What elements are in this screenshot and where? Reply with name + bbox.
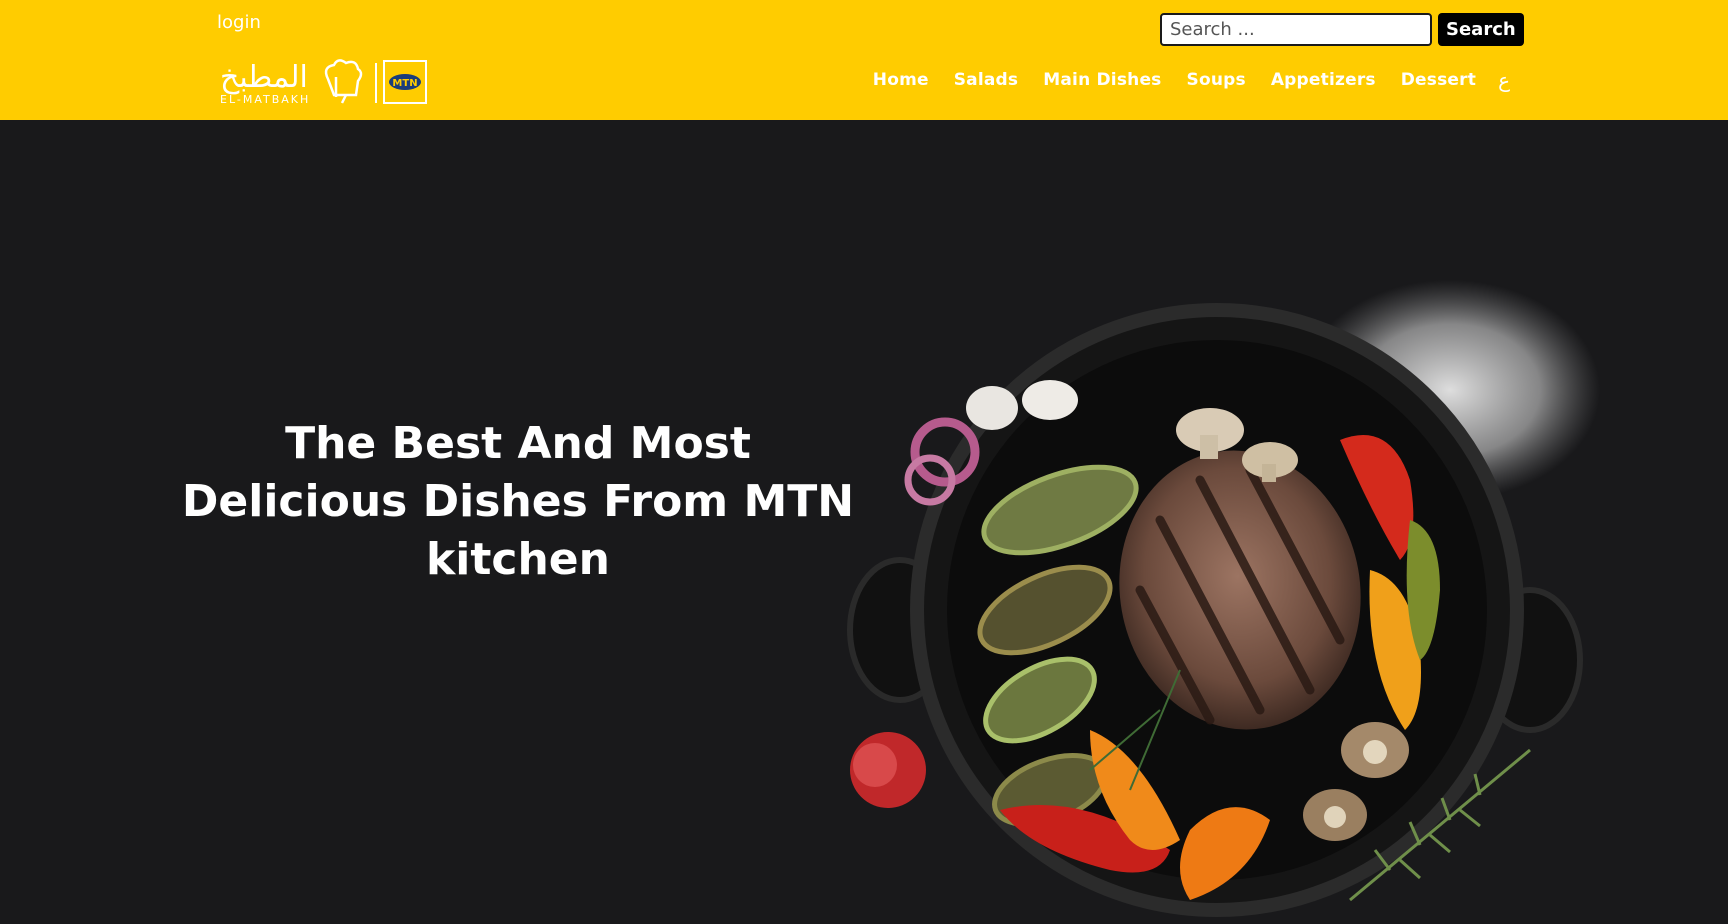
grilled-dish-image [847,280,1600,917]
logo-graphic: المطبخ EL-MATBAKH MTN [220,59,427,106]
search-input[interactable] [1160,13,1432,46]
search-button[interactable]: Search [1438,13,1524,46]
mtn-logo-icon: MTN [383,60,427,104]
mushroom [1341,722,1409,778]
hero-title-line: kitchen [426,534,610,585]
chef-hat-icon [324,59,363,104]
mushroom [1303,789,1367,841]
nav-item-appetizers[interactable]: Appetizers [1271,70,1376,90]
nav-item-home[interactable]: Home [873,70,929,90]
main-nav: Home Salads Main Dishes Soups Appetizers… [848,68,1510,92]
logo-latin-text: EL-MATBAKH [220,93,310,106]
search-form: Search [1160,13,1524,46]
garlic-clove [1022,380,1078,420]
language-toggle[interactable]: ع [1498,68,1510,92]
site-header: login Search المطبخ EL-MATBAKH MTN Home … [0,0,1728,120]
nav-item-soups[interactable]: Soups [1187,70,1246,90]
site-logo[interactable]: المطبخ EL-MATBAKH MTN [218,57,428,107]
nav-item-salads[interactable]: Salads [954,70,1019,90]
hero-title-line: Delicious Dishes From MTN [181,476,855,527]
login-link[interactable]: login [217,12,261,33]
hero-section: The Best And Most Delicious Dishes From … [0,120,1728,924]
hero-title: The Best And Most Delicious Dishes From … [170,415,866,589]
hero-title-line: The Best And Most [285,418,751,469]
mtn-logo-text: MTN [392,78,417,89]
logo-arabic-text: المطبخ [220,60,308,95]
garlic-clove [966,386,1018,430]
tomato-half [853,743,897,787]
nav-item-main-dishes[interactable]: Main Dishes [1043,70,1161,90]
nav-item-dessert[interactable]: Dessert [1401,70,1476,90]
